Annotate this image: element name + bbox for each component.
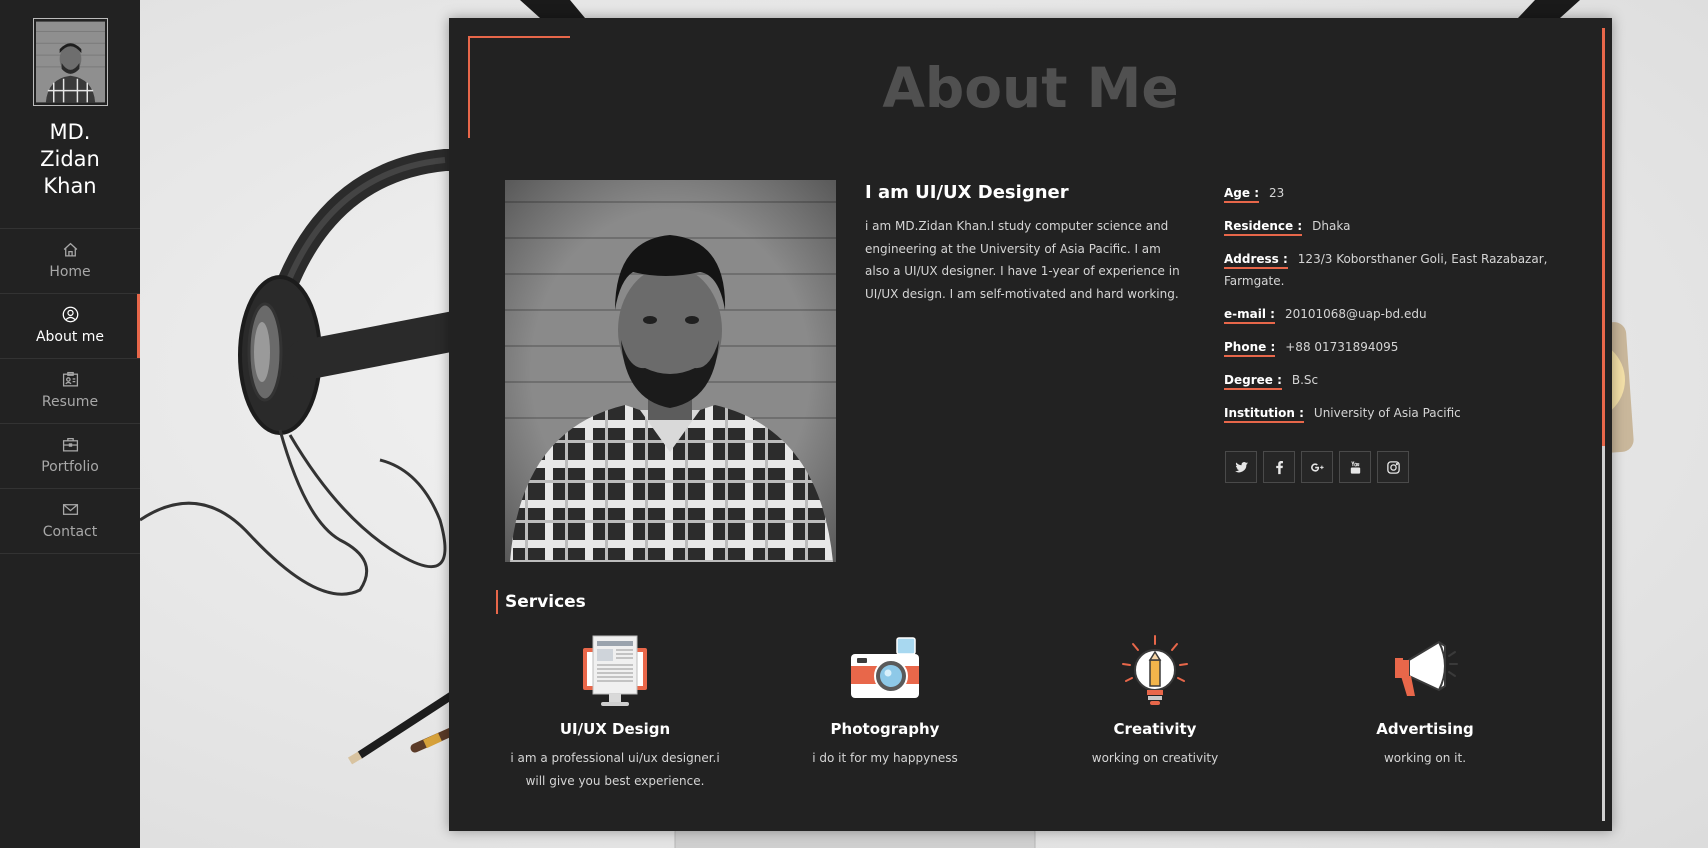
briefcase-icon	[62, 438, 79, 452]
nav-item-portfolio[interactable]: Portfolio	[0, 424, 140, 489]
service-card-photography: Photography i do it for my happyness	[760, 634, 1010, 770]
main-nav: Home About me Resume Portfolio Contact	[0, 228, 140, 554]
info-row-address: Address :123/3 Koborsthaner Goli, East R…	[1224, 248, 1554, 292]
service-card-creativity: Creativity working on creativity	[1030, 634, 1280, 770]
info-value: +88 01731894095	[1285, 340, 1399, 354]
nav-item-home[interactable]: Home	[0, 229, 140, 294]
service-description: working on it.	[1383, 751, 1467, 765]
personal-info-list: Age : 23 Residence : Dhaka Address :123/3 …	[1224, 182, 1554, 435]
envelope-icon	[62, 504, 79, 515]
id-card-icon	[62, 371, 79, 387]
info-row-phone: Phone : +88 01731894095	[1224, 336, 1554, 358]
instagram-button[interactable]	[1377, 451, 1409, 483]
service-name: Creativity	[1113, 720, 1197, 738]
services-title: Services	[505, 592, 586, 612]
info-value: University of Asia Pacific	[1313, 406, 1461, 420]
keyboard-image	[674, 827, 1036, 848]
service-card-advertising: Advertising working on it.	[1300, 634, 1550, 770]
pencils-image	[347, 686, 465, 765]
info-key: Institution :	[1224, 406, 1304, 423]
profile-photo	[505, 180, 836, 562]
nav-label: About me	[35, 329, 105, 345]
info-row-degree: Degree : B.Sc	[1224, 369, 1554, 391]
service-description: working on creativity	[1091, 751, 1219, 765]
instagram-icon	[1386, 460, 1400, 474]
facebook-button[interactable]	[1263, 451, 1295, 483]
owner-name: MD. Zidan Khan	[40, 120, 100, 198]
sidebar: MD. Zidan Khan Home About me Resume Port…	[0, 0, 140, 848]
service-description: i am a professional ui/ux designer.i wil…	[510, 751, 720, 788]
page-title: About Me	[882, 56, 1179, 120]
info-row-email: e-mail : 20101068@uap-bd.edu	[1224, 303, 1554, 325]
info-key: Age :	[1224, 186, 1259, 203]
google-plus-icon	[1310, 462, 1324, 472]
info-row-age: Age : 23	[1224, 182, 1554, 204]
nav-label: Home	[49, 264, 91, 280]
services-accent	[496, 590, 498, 614]
service-name: Photography	[830, 720, 940, 738]
info-value: B.Sc	[1291, 373, 1319, 387]
nav-label: Contact	[42, 524, 98, 540]
nav-label: Resume	[41, 394, 99, 410]
intro-title: I am UI/UX Designer	[865, 182, 1069, 203]
camera-icon	[851, 637, 919, 698]
corner-accent	[468, 36, 570, 38]
user-circle-icon	[62, 306, 79, 323]
google-plus-button[interactable]	[1301, 451, 1333, 483]
info-key: Phone :	[1224, 340, 1276, 357]
nav-item-about-me[interactable]: About me	[0, 294, 140, 359]
nav-item-contact[interactable]: Contact	[0, 489, 140, 554]
info-value: 20101068@uap-bd.edu	[1284, 307, 1427, 321]
about-panel: About Me I am UI/UX Designer i am MD.Zid…	[449, 18, 1612, 831]
info-key: e-mail :	[1224, 307, 1275, 324]
info-key: Address :	[1224, 252, 1288, 269]
social-links	[1225, 451, 1409, 483]
service-card-ui-ux: UI/UX Design i am a professional ui/ux d…	[490, 634, 740, 792]
megaphone-icon	[1395, 640, 1458, 696]
lightbulb-pencil-icon	[1122, 635, 1188, 705]
info-key: Residence :	[1224, 219, 1303, 236]
nav-item-resume[interactable]: Resume	[0, 359, 140, 424]
info-value: Dhaka	[1312, 219, 1351, 233]
facebook-icon	[1275, 460, 1283, 474]
avatar[interactable]	[33, 18, 108, 106]
service-name: UI/UX Design	[559, 720, 671, 738]
nav-label: Portfolio	[41, 459, 99, 475]
service-description: i do it for my happyness	[812, 751, 958, 765]
intro-text: i am MD.Zidan Khan.I study computer scie…	[865, 219, 1180, 301]
service-name: Advertising	[1376, 720, 1474, 738]
monitor-design-icon	[583, 635, 647, 706]
home-icon	[63, 242, 78, 257]
twitter-button[interactable]	[1225, 451, 1257, 483]
info-row-residence: Residence : Dhaka	[1224, 215, 1554, 237]
youtube-icon	[1350, 460, 1360, 474]
headphones-image	[140, 149, 480, 596]
info-row-institution: Institution : University of Asia Pacific	[1224, 402, 1554, 424]
info-key: Degree :	[1224, 373, 1282, 390]
twitter-icon	[1234, 461, 1248, 472]
info-value: 23	[1269, 186, 1285, 200]
youtube-button[interactable]	[1339, 451, 1371, 483]
